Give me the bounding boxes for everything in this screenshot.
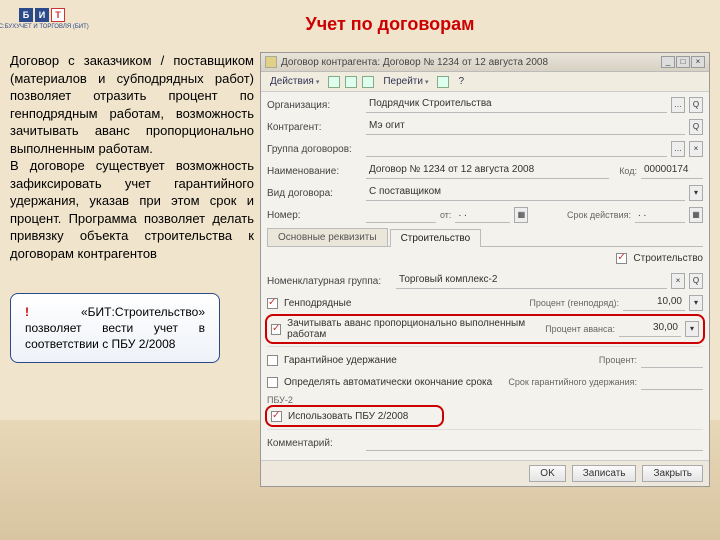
guar-term-field[interactable] <box>641 374 703 390</box>
type-field[interactable]: С поставщиком <box>366 185 685 201</box>
construction-chk-label: Строительство <box>633 253 703 264</box>
open-button[interactable]: Q <box>689 119 703 135</box>
clear-button[interactable]: × <box>671 273 685 289</box>
window-title: Договор контрагента: Договор № 1234 от 1… <box>281 57 657 68</box>
calendar-icon[interactable]: ▦ <box>689 207 703 223</box>
pbu-chk-label: Использовать ПБУ 2/2008 <box>288 411 408 422</box>
name-field[interactable]: Договор № 1234 от 12 августа 2008 <box>366 163 609 179</box>
guar-pct-label: Процент: <box>599 355 637 365</box>
term-date-field[interactable]: . . <box>635 207 685 223</box>
advance-chk-label: Зачитывать аванс пропорционально выполне… <box>287 318 541 340</box>
nomgroup-label: Номенклатурная группа: <box>267 276 392 287</box>
org-label: Организация: <box>267 100 362 111</box>
save-icon[interactable] <box>328 76 340 88</box>
toolbar: Действия ▾ Перейти ▾ ? <box>261 72 709 92</box>
from-label: от: <box>440 210 451 220</box>
gen-pct-field[interactable]: 10,00 <box>623 295 685 311</box>
refresh-icon[interactable] <box>362 76 374 88</box>
logo: Б И Т 1С:БУХУЧЕТ И ТОРГОВЛЯ (БИТ) <box>12 8 72 44</box>
save-button[interactable]: Записать <box>572 465 637 482</box>
code-field[interactable]: 00000174 <box>641 163 703 179</box>
select-button[interactable]: … <box>671 97 685 113</box>
tab-construction[interactable]: Строительство <box>390 229 482 247</box>
titlebar: Договор контрагента: Договор № 1234 от 1… <box>261 53 709 72</box>
stepper-button[interactable]: ▾ <box>685 321 699 337</box>
comment-label: Комментарий: <box>267 438 362 449</box>
name-label: Наименование: <box>267 166 362 177</box>
goto-menu[interactable]: Перейти ▾ <box>379 75 432 88</box>
guarantee-checkbox[interactable] <box>267 355 278 366</box>
logo-letter: И <box>35 8 49 22</box>
actions-menu[interactable]: Действия ▾ <box>266 75 323 88</box>
advance-checkbox[interactable] <box>271 324 281 335</box>
pbu-row-highlight: Использовать ПБУ 2/2008 <box>267 407 442 425</box>
logo-letter: Т <box>51 8 65 22</box>
guar-term-label: Срок гарантийного удержания: <box>508 377 637 387</box>
pbu-section-label: ПБУ-2 <box>267 395 703 405</box>
page-title: Учет по договорам <box>72 8 708 35</box>
gen-chk-label: Генподрядные <box>284 298 351 309</box>
group-label: Группа договоров: <box>267 144 362 155</box>
num-label: Номер: <box>267 210 362 221</box>
maximize-button[interactable]: □ <box>676 56 690 68</box>
auto-term-label: Определять автоматически окончание срока <box>284 377 492 388</box>
num-field[interactable] <box>366 207 436 223</box>
tab-main[interactable]: Основные реквизиты <box>267 228 388 246</box>
callout-box: ! «БИТ:Строительство» позволяет вести уч… <box>10 293 220 364</box>
nomgroup-field[interactable]: Торговый комплекс-2 <box>396 273 667 289</box>
clear-button[interactable]: × <box>689 141 703 157</box>
adv-pct-label: Процент аванса: <box>545 324 615 334</box>
comment-field[interactable] <box>366 435 703 451</box>
adv-pct-field[interactable]: 30,00 <box>619 321 681 337</box>
select-button[interactable]: … <box>671 141 685 157</box>
close-button[interactable]: Закрыть <box>642 465 703 482</box>
stepper-button[interactable]: ▾ <box>689 295 703 311</box>
close-button[interactable]: × <box>691 56 705 68</box>
help-button[interactable]: ? <box>454 75 468 88</box>
minimize-button[interactable]: _ <box>661 56 675 68</box>
contract-window: Договор контрагента: Договор № 1234 от 1… <box>260 52 710 487</box>
document-icon <box>265 56 277 68</box>
guar-pct-field[interactable] <box>641 352 703 368</box>
group-field[interactable] <box>366 141 667 157</box>
auto-term-checkbox[interactable] <box>267 377 278 388</box>
from-date-field[interactable]: . . <box>455 207 510 223</box>
contr-field[interactable]: Мэ огит <box>366 119 685 135</box>
gen-pct-label: Процент (генподряд): <box>529 298 619 308</box>
dropdown-button[interactable]: ▾ <box>689 185 703 201</box>
pbu-checkbox[interactable] <box>271 411 282 422</box>
contr-label: Контрагент: <box>267 122 362 133</box>
term-label: Срок действия: <box>567 210 631 220</box>
print-icon[interactable] <box>437 76 449 88</box>
org-field[interactable]: Подрядчик Строительства <box>366 97 667 113</box>
calendar-icon[interactable]: ▦ <box>514 207 528 223</box>
copy-icon[interactable] <box>345 76 357 88</box>
description-text: Договор с заказчиком / поставщиком (мате… <box>10 52 254 487</box>
type-label: Вид договора: <box>267 188 362 199</box>
guarantee-chk-label: Гарантийное удержание <box>284 355 397 366</box>
construction-checkbox[interactable] <box>616 253 627 264</box>
logo-letter: Б <box>19 8 33 22</box>
open-button[interactable]: Q <box>689 273 703 289</box>
advance-row-highlight: Зачитывать аванс пропорционально выполне… <box>267 316 703 342</box>
open-button[interactable]: Q <box>689 97 703 113</box>
gen-checkbox[interactable] <box>267 298 278 309</box>
code-label: Код: <box>619 166 637 176</box>
ok-button[interactable]: OK <box>529 465 565 482</box>
